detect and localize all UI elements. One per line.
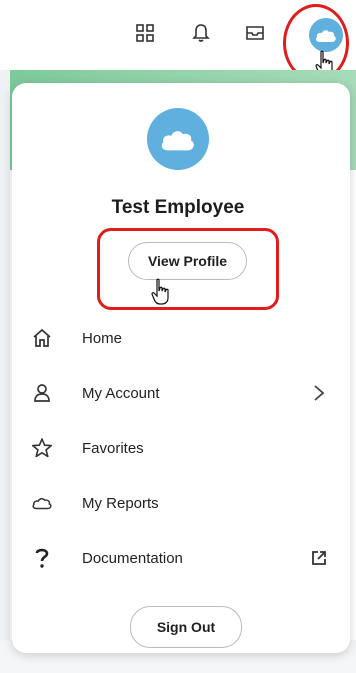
- menu-item-label: My Account: [82, 384, 160, 402]
- bell-icon[interactable]: [190, 22, 212, 44]
- menu-item-favorites[interactable]: Favorites: [30, 433, 340, 463]
- home-icon: [30, 326, 54, 350]
- menu-item-documentation[interactable]: Documentation: [30, 543, 340, 573]
- star-icon: [30, 436, 54, 460]
- external-link-icon: [308, 546, 330, 570]
- menu-item-my-account[interactable]: My Account: [30, 378, 340, 408]
- chevron-right-icon: [308, 381, 330, 405]
- sign-out-button[interactable]: Sign Out: [130, 606, 242, 648]
- menu-item-home[interactable]: Home: [30, 323, 340, 353]
- question-mark-icon: [30, 546, 54, 570]
- view-profile-button[interactable]: View Profile: [128, 242, 247, 280]
- person-icon: [30, 381, 54, 405]
- menu-item-label: My Reports: [82, 494, 159, 512]
- inbox-icon[interactable]: [244, 22, 266, 44]
- profile-avatar: [147, 108, 209, 170]
- menu-item-label: Favorites: [82, 439, 144, 457]
- background-left: [0, 70, 10, 640]
- menu-item-label: Documentation: [82, 549, 183, 567]
- hand-cursor-icon: [150, 278, 172, 306]
- apps-grid-icon[interactable]: [134, 22, 156, 44]
- profile-name: Test Employee: [111, 197, 245, 218]
- cloud-outline-icon: [30, 491, 54, 515]
- menu-item-label: Home: [82, 329, 123, 347]
- menu-item-my-reports[interactable]: My Reports: [30, 488, 340, 518]
- top-header: [0, 0, 356, 82]
